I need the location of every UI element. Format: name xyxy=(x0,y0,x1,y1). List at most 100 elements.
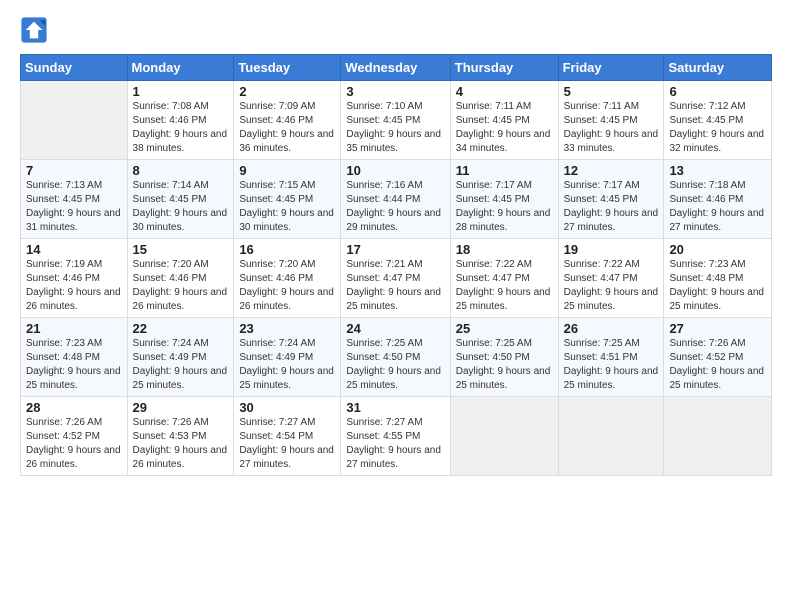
day-info: Sunrise: 7:18 AMSunset: 4:46 PMDaylight:… xyxy=(669,179,766,235)
calendar-cell: 16Sunrise: 7:20 AMSunset: 4:46 PMDayligh… xyxy=(234,239,341,318)
day-info: Sunrise: 7:25 AMSunset: 4:51 PMDaylight:… xyxy=(564,337,659,393)
day-info: Sunrise: 7:20 AMSunset: 4:46 PMDaylight:… xyxy=(133,258,229,314)
day-number: 8 xyxy=(133,163,229,178)
calendar-cell: 8Sunrise: 7:14 AMSunset: 4:45 PMDaylight… xyxy=(127,160,234,239)
weekday-header-monday: Monday xyxy=(127,55,234,81)
day-number: 18 xyxy=(456,242,553,257)
day-info: Sunrise: 7:10 AMSunset: 4:45 PMDaylight:… xyxy=(346,100,444,156)
calendar-cell: 24Sunrise: 7:25 AMSunset: 4:50 PMDayligh… xyxy=(341,318,450,397)
calendar: SundayMondayTuesdayWednesdayThursdayFrid… xyxy=(20,54,772,476)
day-number: 9 xyxy=(239,163,335,178)
day-number: 2 xyxy=(239,84,335,99)
day-info: Sunrise: 7:16 AMSunset: 4:44 PMDaylight:… xyxy=(346,179,444,235)
calendar-cell: 26Sunrise: 7:25 AMSunset: 4:51 PMDayligh… xyxy=(558,318,664,397)
day-number: 27 xyxy=(669,321,766,336)
calendar-cell: 3Sunrise: 7:10 AMSunset: 4:45 PMDaylight… xyxy=(341,81,450,160)
day-info: Sunrise: 7:23 AMSunset: 4:48 PMDaylight:… xyxy=(669,258,766,314)
calendar-cell: 23Sunrise: 7:24 AMSunset: 4:49 PMDayligh… xyxy=(234,318,341,397)
day-number: 23 xyxy=(239,321,335,336)
weekday-header-saturday: Saturday xyxy=(664,55,772,81)
day-number: 5 xyxy=(564,84,659,99)
day-info: Sunrise: 7:20 AMSunset: 4:46 PMDaylight:… xyxy=(239,258,335,314)
calendar-cell: 19Sunrise: 7:22 AMSunset: 4:47 PMDayligh… xyxy=(558,239,664,318)
day-number: 16 xyxy=(239,242,335,257)
calendar-cell: 9Sunrise: 7:15 AMSunset: 4:45 PMDaylight… xyxy=(234,160,341,239)
day-info: Sunrise: 7:22 AMSunset: 4:47 PMDaylight:… xyxy=(456,258,553,314)
calendar-cell: 11Sunrise: 7:17 AMSunset: 4:45 PMDayligh… xyxy=(450,160,558,239)
day-number: 7 xyxy=(26,163,122,178)
day-number: 24 xyxy=(346,321,444,336)
day-info: Sunrise: 7:11 AMSunset: 4:45 PMDaylight:… xyxy=(564,100,659,156)
weekday-header-tuesday: Tuesday xyxy=(234,55,341,81)
calendar-cell: 20Sunrise: 7:23 AMSunset: 4:48 PMDayligh… xyxy=(664,239,772,318)
day-info: Sunrise: 7:17 AMSunset: 4:45 PMDaylight:… xyxy=(564,179,659,235)
weekday-header-thursday: Thursday xyxy=(450,55,558,81)
page: SundayMondayTuesdayWednesdayThursdayFrid… xyxy=(0,0,792,612)
weekday-header-friday: Friday xyxy=(558,55,664,81)
day-info: Sunrise: 7:25 AMSunset: 4:50 PMDaylight:… xyxy=(346,337,444,393)
day-info: Sunrise: 7:22 AMSunset: 4:47 PMDaylight:… xyxy=(564,258,659,314)
calendar-cell: 6Sunrise: 7:12 AMSunset: 4:45 PMDaylight… xyxy=(664,81,772,160)
day-number: 19 xyxy=(564,242,659,257)
calendar-cell: 10Sunrise: 7:16 AMSunset: 4:44 PMDayligh… xyxy=(341,160,450,239)
day-info: Sunrise: 7:23 AMSunset: 4:48 PMDaylight:… xyxy=(26,337,122,393)
calendar-cell: 27Sunrise: 7:26 AMSunset: 4:52 PMDayligh… xyxy=(664,318,772,397)
day-number: 17 xyxy=(346,242,444,257)
weekday-header-wednesday: Wednesday xyxy=(341,55,450,81)
day-info: Sunrise: 7:21 AMSunset: 4:47 PMDaylight:… xyxy=(346,258,444,314)
day-info: Sunrise: 7:26 AMSunset: 4:53 PMDaylight:… xyxy=(133,416,229,472)
day-number: 14 xyxy=(26,242,122,257)
calendar-cell xyxy=(450,397,558,476)
day-info: Sunrise: 7:24 AMSunset: 4:49 PMDaylight:… xyxy=(133,337,229,393)
day-number: 28 xyxy=(26,400,122,415)
day-info: Sunrise: 7:26 AMSunset: 4:52 PMDaylight:… xyxy=(669,337,766,393)
day-info: Sunrise: 7:27 AMSunset: 4:54 PMDaylight:… xyxy=(239,416,335,472)
day-number: 20 xyxy=(669,242,766,257)
day-number: 15 xyxy=(133,242,229,257)
calendar-cell: 5Sunrise: 7:11 AMSunset: 4:45 PMDaylight… xyxy=(558,81,664,160)
day-number: 29 xyxy=(133,400,229,415)
day-info: Sunrise: 7:11 AMSunset: 4:45 PMDaylight:… xyxy=(456,100,553,156)
day-info: Sunrise: 7:26 AMSunset: 4:52 PMDaylight:… xyxy=(26,416,122,472)
day-number: 11 xyxy=(456,163,553,178)
day-number: 3 xyxy=(346,84,444,99)
day-number: 1 xyxy=(133,84,229,99)
weekday-header-sunday: Sunday xyxy=(21,55,128,81)
day-info: Sunrise: 7:27 AMSunset: 4:55 PMDaylight:… xyxy=(346,416,444,472)
day-info: Sunrise: 7:25 AMSunset: 4:50 PMDaylight:… xyxy=(456,337,553,393)
calendar-cell: 14Sunrise: 7:19 AMSunset: 4:46 PMDayligh… xyxy=(21,239,128,318)
calendar-cell: 22Sunrise: 7:24 AMSunset: 4:49 PMDayligh… xyxy=(127,318,234,397)
calendar-cell: 18Sunrise: 7:22 AMSunset: 4:47 PMDayligh… xyxy=(450,239,558,318)
logo xyxy=(20,16,50,44)
day-info: Sunrise: 7:13 AMSunset: 4:45 PMDaylight:… xyxy=(26,179,122,235)
day-info: Sunrise: 7:24 AMSunset: 4:49 PMDaylight:… xyxy=(239,337,335,393)
calendar-cell: 13Sunrise: 7:18 AMSunset: 4:46 PMDayligh… xyxy=(664,160,772,239)
calendar-cell xyxy=(664,397,772,476)
calendar-cell: 29Sunrise: 7:26 AMSunset: 4:53 PMDayligh… xyxy=(127,397,234,476)
day-info: Sunrise: 7:14 AMSunset: 4:45 PMDaylight:… xyxy=(133,179,229,235)
day-number: 4 xyxy=(456,84,553,99)
calendar-cell: 2Sunrise: 7:09 AMSunset: 4:46 PMDaylight… xyxy=(234,81,341,160)
day-number: 25 xyxy=(456,321,553,336)
day-number: 12 xyxy=(564,163,659,178)
calendar-cell xyxy=(558,397,664,476)
calendar-cell: 21Sunrise: 7:23 AMSunset: 4:48 PMDayligh… xyxy=(21,318,128,397)
day-number: 22 xyxy=(133,321,229,336)
calendar-cell xyxy=(21,81,128,160)
day-info: Sunrise: 7:19 AMSunset: 4:46 PMDaylight:… xyxy=(26,258,122,314)
calendar-cell: 30Sunrise: 7:27 AMSunset: 4:54 PMDayligh… xyxy=(234,397,341,476)
logo-icon xyxy=(20,16,48,44)
day-info: Sunrise: 7:08 AMSunset: 4:46 PMDaylight:… xyxy=(133,100,229,156)
day-info: Sunrise: 7:12 AMSunset: 4:45 PMDaylight:… xyxy=(669,100,766,156)
day-info: Sunrise: 7:09 AMSunset: 4:46 PMDaylight:… xyxy=(239,100,335,156)
day-number: 26 xyxy=(564,321,659,336)
calendar-cell: 7Sunrise: 7:13 AMSunset: 4:45 PMDaylight… xyxy=(21,160,128,239)
calendar-cell: 28Sunrise: 7:26 AMSunset: 4:52 PMDayligh… xyxy=(21,397,128,476)
calendar-cell: 25Sunrise: 7:25 AMSunset: 4:50 PMDayligh… xyxy=(450,318,558,397)
calendar-cell: 1Sunrise: 7:08 AMSunset: 4:46 PMDaylight… xyxy=(127,81,234,160)
calendar-cell: 31Sunrise: 7:27 AMSunset: 4:55 PMDayligh… xyxy=(341,397,450,476)
day-number: 13 xyxy=(669,163,766,178)
header xyxy=(20,16,772,44)
calendar-cell: 4Sunrise: 7:11 AMSunset: 4:45 PMDaylight… xyxy=(450,81,558,160)
day-number: 21 xyxy=(26,321,122,336)
